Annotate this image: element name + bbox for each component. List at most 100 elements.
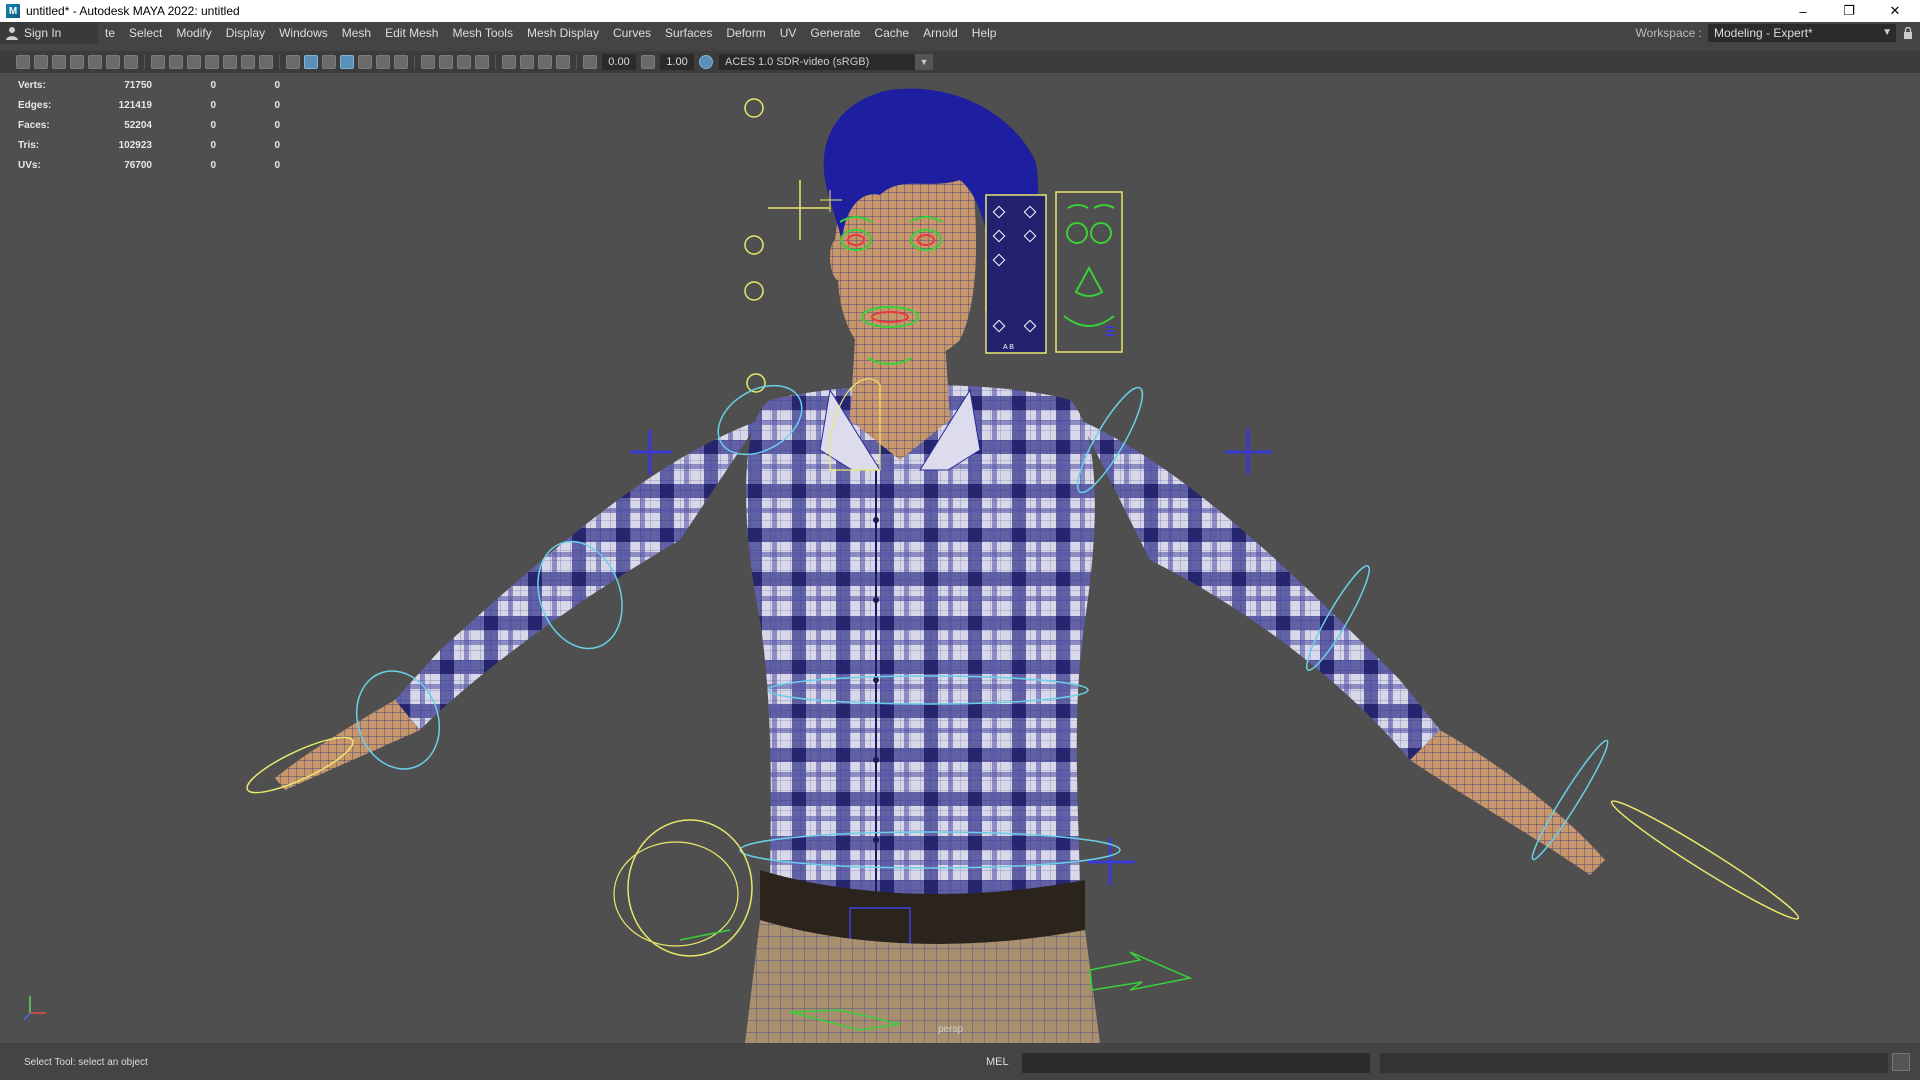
hud-value: 52204 — [124, 119, 152, 131]
anti-aliasing-icon[interactable] — [457, 55, 471, 69]
title-bar: M untitled* - Autodesk MAYA 2022: untitl… — [0, 0, 1920, 22]
camera-name-label: persp — [938, 1024, 964, 1035]
shadows-icon[interactable] — [394, 55, 408, 69]
menu-surfaces[interactable]: Surfaces — [658, 26, 719, 40]
menu-display[interactable]: Display — [219, 26, 272, 40]
xray-icon[interactable] — [520, 55, 534, 69]
smooth-shade-icon[interactable] — [304, 55, 318, 69]
resolution-gate-icon[interactable] — [187, 55, 201, 69]
hud-row: Tris: 102923 0 0 — [18, 135, 280, 155]
face-panel-mark: A B — [1003, 344, 1014, 351]
command-language-toggle[interactable]: MEL — [986, 1056, 1009, 1068]
safe-action-icon[interactable] — [241, 55, 255, 69]
grease-pencil-icon[interactable] — [124, 55, 138, 69]
exposure-field[interactable]: 0.00 — [602, 54, 636, 70]
minimize-button[interactable]: – — [1780, 0, 1826, 22]
sign-in-button[interactable]: Sign In — [0, 22, 98, 44]
hud-value: 0 — [210, 159, 216, 171]
xray-joints-icon[interactable] — [556, 55, 570, 69]
camera-select-icon[interactable] — [16, 55, 30, 69]
menu-uv[interactable]: UV — [773, 26, 804, 40]
2d-pan-zoom-icon[interactable] — [106, 55, 120, 69]
workspace-dropdown[interactable]: Modeling - Expert* ▼ — [1708, 24, 1896, 42]
hud-value: 0 — [210, 119, 216, 131]
restore-button[interactable]: ❐ — [1826, 0, 1872, 22]
textured-icon[interactable] — [358, 55, 372, 69]
hud-label: Faces: — [18, 119, 50, 131]
menu-generate[interactable]: Generate — [803, 26, 867, 40]
script-editor-icon[interactable] — [1892, 1053, 1910, 1071]
hud-value: 0 — [210, 99, 216, 111]
menu-windows[interactable]: Windows — [272, 26, 335, 40]
hud-value: 0 — [274, 139, 280, 151]
hud-value: 0 — [210, 139, 216, 151]
command-line-input[interactable] — [1022, 1053, 1370, 1073]
wireframe-on-shaded-icon[interactable] — [340, 55, 354, 69]
workspace-label: Workspace : — [1635, 26, 1702, 40]
face-panel-left — [985, 194, 1047, 354]
depth-of-field-icon[interactable] — [475, 55, 489, 69]
hud-label: UVs: — [18, 159, 41, 171]
lighting-icon[interactable] — [376, 55, 390, 69]
bookmark-icon[interactable] — [52, 55, 66, 69]
menu-help[interactable]: Help — [965, 26, 1004, 40]
close-button[interactable]: ✕ — [1872, 0, 1918, 22]
menu-edit-mesh[interactable]: Edit Mesh — [378, 26, 445, 40]
menu-arnold[interactable]: Arnold — [916, 26, 965, 40]
sign-in-label: Sign In — [24, 26, 62, 40]
hud-value: 121419 — [118, 99, 152, 111]
gamma-field[interactable]: 1.00 — [660, 54, 694, 70]
image-plane-icon[interactable] — [88, 55, 102, 69]
separator — [279, 55, 280, 69]
screen-space-ao-icon[interactable] — [421, 55, 435, 69]
hud-value: 76700 — [124, 159, 152, 171]
hud-value: 0 — [274, 99, 280, 111]
scene-render: A B — [23, 88, 1800, 1043]
separator — [144, 55, 145, 69]
hud-value: 71750 — [124, 79, 152, 91]
right-hand-mesh — [1410, 730, 1605, 875]
exposure-icon[interactable] — [583, 55, 597, 69]
menu-file-truncated[interactable]: te — [98, 26, 122, 40]
menu-deform[interactable]: Deform — [719, 26, 772, 40]
hud-label: Edges: — [18, 99, 52, 111]
lock-icon[interactable] — [1896, 22, 1920, 44]
workspace-selector: Workspace : Modeling - Expert* ▼ — [1636, 22, 1920, 44]
menu-cache[interactable]: Cache — [867, 26, 916, 40]
isolate-select-icon[interactable] — [502, 55, 516, 69]
menu-mesh-tools[interactable]: Mesh Tools — [445, 26, 519, 40]
menu-select[interactable]: Select — [122, 26, 169, 40]
axis-gizmo — [23, 996, 46, 1021]
motion-blur-icon[interactable] — [439, 55, 453, 69]
hud-label: Verts: — [18, 79, 46, 91]
default-material-icon[interactable] — [322, 55, 336, 69]
color-management-icon[interactable] — [699, 55, 713, 69]
help-line: Select Tool: select an object — [24, 1057, 148, 1068]
separator — [414, 55, 415, 69]
grid-icon[interactable] — [151, 55, 165, 69]
hud-value: 0 — [274, 79, 280, 91]
gamma-icon[interactable] — [641, 55, 655, 69]
bookmark-add-icon[interactable] — [70, 55, 84, 69]
hud-row: UVs: 76700 0 0 — [18, 155, 280, 175]
hud-row: Verts: 71750 0 0 — [18, 75, 280, 95]
safe-title-icon[interactable] — [259, 55, 273, 69]
wireframe-icon[interactable] — [286, 55, 300, 69]
separator — [495, 55, 496, 69]
menu-curves[interactable]: Curves — [606, 26, 658, 40]
maya-icon: M — [6, 4, 20, 18]
chevron-down-icon: ▼ — [915, 54, 933, 70]
view-transform-dropdown[interactable]: ACES 1.0 SDR-video (sRGB) ▼ — [719, 54, 933, 70]
hud-label: Tris: — [18, 139, 40, 151]
xray-active-icon[interactable] — [538, 55, 552, 69]
camera-attributes-icon[interactable] — [34, 55, 48, 69]
film-gate-icon[interactable] — [169, 55, 183, 69]
left-hand-mesh — [275, 700, 420, 790]
menu-bar: Sign In te Select Modify Display Windows… — [0, 22, 1920, 44]
menu-mesh[interactable]: Mesh — [335, 26, 378, 40]
window-title: untitled* - Autodesk MAYA 2022: untitled — [26, 4, 240, 18]
menu-modify[interactable]: Modify — [169, 26, 218, 40]
field-chart-icon[interactable] — [223, 55, 237, 69]
gate-mask-icon[interactable] — [205, 55, 219, 69]
menu-mesh-display[interactable]: Mesh Display — [520, 26, 606, 40]
